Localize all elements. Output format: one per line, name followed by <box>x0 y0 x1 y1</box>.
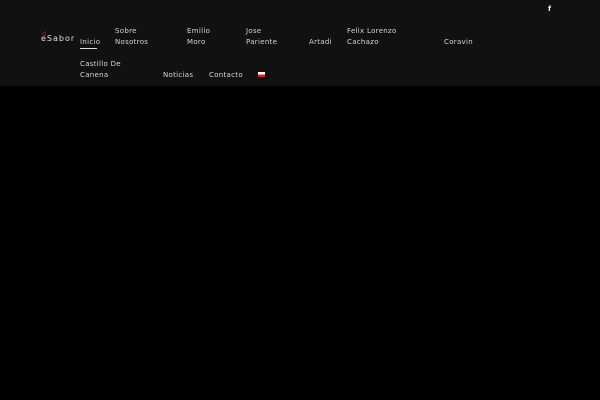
facebook-icon[interactable]: f <box>548 5 551 13</box>
nav-emilio-moro[interactable]: Emilio Moro <box>187 26 210 48</box>
label-line: Felix Lorenzo <box>347 27 397 35</box>
nav-contacto[interactable]: Contacto <box>209 70 243 81</box>
nav-castillo-de-canena[interactable]: Castillo De Canena <box>80 59 121 81</box>
active-indicator <box>80 48 97 49</box>
nav-coravin[interactable]: Coravin <box>444 37 473 48</box>
label-line: Moro <box>187 38 206 46</box>
label-line: Nosotros <box>115 38 149 46</box>
nav-sobre-nosotros[interactable]: Sobre Nosotros <box>115 26 148 48</box>
label-line: Sobre <box>115 27 137 35</box>
nav-inicio[interactable]: Inicio <box>80 37 100 48</box>
label-line: Emilio <box>187 27 211 35</box>
label-line: Jose <box>246 27 262 35</box>
nav-artadi[interactable]: Artadi <box>309 37 332 48</box>
nav-felix-lorenzo-cachazo[interactable]: Felix Lorenzo Cachazo <box>347 26 397 48</box>
nav-noticias[interactable]: Noticias <box>163 70 193 81</box>
nav-jose-pariente[interactable]: Jose Pariente <box>246 26 277 48</box>
label-line: Cachazo <box>347 38 379 46</box>
label-line: Castillo De <box>80 60 121 68</box>
label-line: Canena <box>80 71 109 79</box>
language-flag-icon[interactable] <box>258 72 265 77</box>
label-line: Pariente <box>246 38 278 46</box>
logo[interactable]: eSabor <box>41 34 75 43</box>
